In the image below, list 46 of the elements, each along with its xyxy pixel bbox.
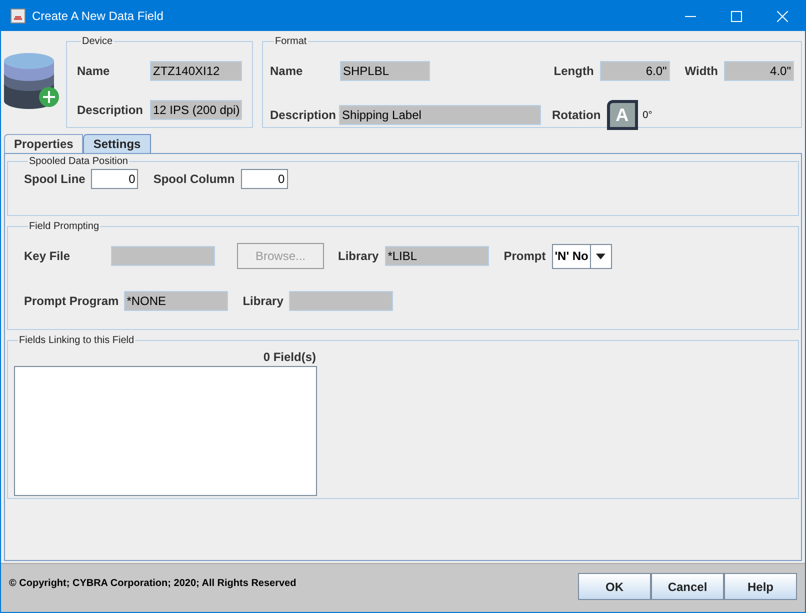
group-title: Field Prompting (28, 220, 100, 234)
close-icon[interactable] (777, 10, 788, 22)
database-add-icon (3, 51, 60, 111)
text-field[interactable]: 12 IPS (200 dpi) (150, 100, 242, 120)
text-field[interactable]: 4.0" (724, 61, 794, 81)
field-label: Prompt Program (24, 293, 119, 310)
text-field[interactable] (289, 291, 394, 311)
field-label: Width (684, 63, 718, 80)
text-field[interactable] (111, 246, 215, 266)
group-title: Device (81, 35, 114, 49)
text-field[interactable]: *NONE (124, 291, 228, 311)
prompt-dropdown[interactable]: 'N' No (552, 244, 612, 268)
field-label: Spool Line (24, 171, 86, 188)
field-label: Library (338, 248, 379, 265)
text-field[interactable]: 6.0" (600, 61, 670, 81)
maximize-icon[interactable] (731, 10, 742, 22)
window-title: Create A New Data Field (32, 8, 164, 25)
text-field[interactable]: 0 (240, 169, 288, 189)
rotation-value: 0° (642, 108, 652, 122)
dialog-button[interactable]: Help (724, 573, 797, 600)
field-label: Rotation (552, 107, 601, 124)
group-title: Format (274, 35, 308, 49)
group-title: Fields Linking to this Field (18, 334, 136, 348)
text-field[interactable]: ZTZ140XI12 (150, 61, 242, 81)
field-label: Name (77, 63, 110, 80)
field-label: Description (270, 107, 336, 124)
copyright-text: © Copyright; CYBRA Corporation; 2020; All Rights Reserved (9, 577, 296, 591)
text-field[interactable]: SHPLBL (340, 61, 430, 81)
field-count: 0 Field(s) (262, 349, 316, 366)
text-field[interactable]: Shipping Label (339, 105, 542, 125)
dialog-button[interactable]: Cancel (651, 573, 724, 600)
field-label: Prompt (504, 248, 546, 265)
field-label: Length (554, 63, 594, 80)
tab[interactable]: Properties (4, 134, 84, 153)
field-label: Description (77, 102, 144, 119)
tab[interactable]: Settings (83, 134, 151, 153)
app-icon (10, 8, 26, 24)
text-field[interactable]: 0 (91, 169, 138, 189)
field-label: Library (242, 293, 284, 310)
dialog-button[interactable]: OK (578, 573, 651, 600)
field-label: Spool Column (153, 171, 235, 188)
field-label: Key File (24, 248, 72, 265)
field-label: Name (270, 63, 304, 80)
group-title: Spooled Data Position (28, 155, 129, 169)
rotation-indicator: A (606, 100, 638, 130)
text-field[interactable]: *LIBL (384, 246, 489, 266)
